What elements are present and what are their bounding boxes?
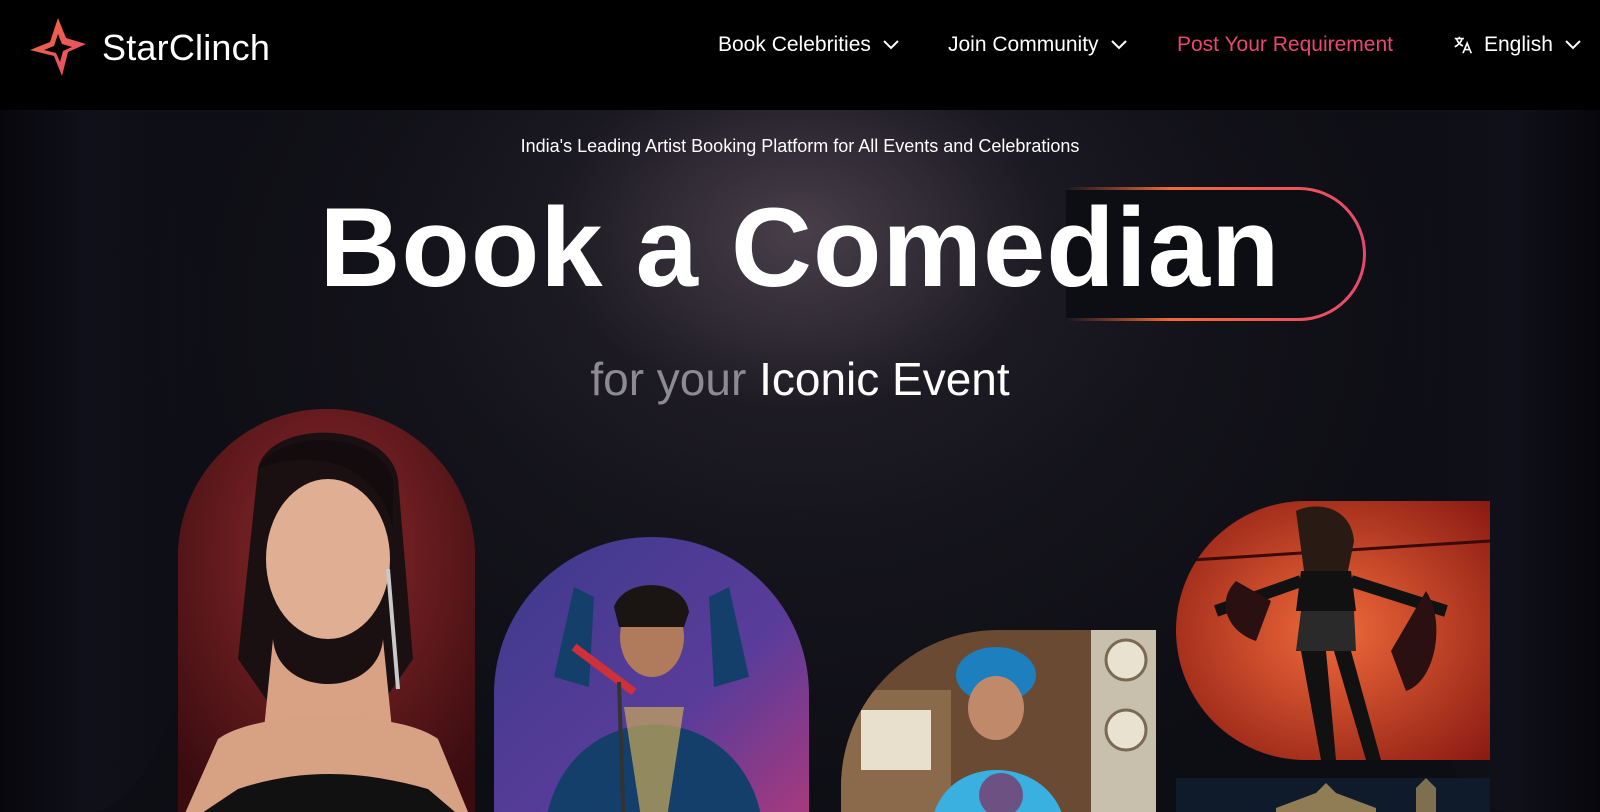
hero-section: India's Leading Artist Booking Platform … [0,110,1600,812]
hero-subheadline: for your Iconic Event [0,352,1600,406]
language-selector[interactable]: English [1452,33,1581,57]
post-requirement-link[interactable]: Post Your Requirement [1177,33,1393,57]
performer-photo-turban-man[interactable] [841,630,1156,812]
performer-photo-singer-microphone[interactable] [494,537,809,812]
nav-join-community[interactable]: Join Community [948,33,1127,57]
brand-name: StarClinch [102,27,271,68]
language-label: English [1484,33,1553,56]
venue-photo-night-building[interactable] [1176,778,1490,812]
nav-join-community-label: Join Community [948,33,1099,56]
translate-icon [1454,36,1473,54]
nav-book-celebrities-label: Book Celebrities [718,33,871,56]
performer-photo-dancer-stage[interactable] [1176,501,1490,760]
hero-tagline: India's Leading Artist Booking Platform … [520,136,1080,156]
hero-headline: Book a Comedian [319,185,1281,310]
chevron-down-icon [883,40,899,50]
chevron-down-icon [1110,40,1127,50]
chevron-down-icon [1565,40,1581,50]
site-header: StarClinch Book Celebrities Join Communi… [0,0,1600,110]
nav-book-celebrities[interactable]: Book Celebrities [718,33,899,57]
brand-logo[interactable]: StarClinch [26,16,270,80]
subheadline-muted: for your [590,353,747,405]
subheadline-strong: Iconic Event [759,353,1010,405]
celebrity-photo-woman-earrings[interactable] [178,409,475,812]
starclinch-star-icon [30,18,86,76]
